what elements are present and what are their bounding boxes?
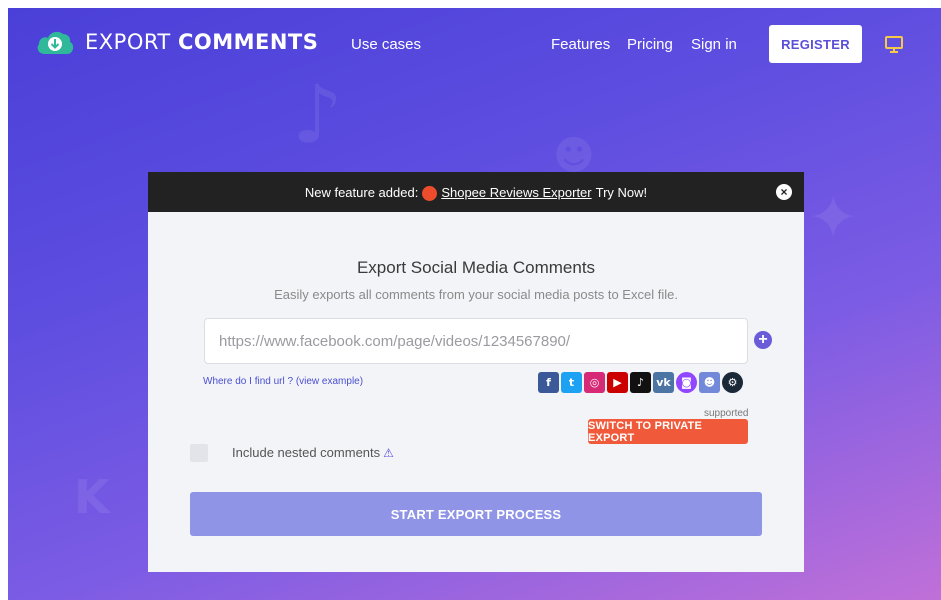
nav-pricing[interactable]: Pricing	[627, 36, 673, 53]
logo[interactable]: EXPORT COMMENTS	[35, 28, 318, 56]
twitter-icon: t	[561, 372, 582, 393]
kickstarter-watermark-icon: K	[74, 470, 110, 524]
register-button[interactable]: REGISTER	[769, 25, 862, 63]
nav-sign-in[interactable]: Sign in	[691, 36, 737, 53]
vk-icon: vk	[653, 372, 674, 393]
find-url-help-link[interactable]: Where do I find url ? (view example)	[203, 376, 363, 387]
nested-comments-label: Include nested comments ⚠	[232, 445, 394, 460]
nested-comments-checkbox[interactable]	[190, 444, 208, 462]
logo-word-export: EXPORT	[85, 30, 171, 54]
discord-icon: ☻	[699, 372, 720, 393]
feature-banner: New feature added: Shopee Reviews Export…	[148, 172, 804, 212]
hero-background: ♪ ☻ ✦ K EXPORT COMMENTS Use cases Featur…	[8, 8, 941, 600]
nav-use-cases[interactable]: Use cases	[351, 36, 421, 53]
twitch-icon: ◙	[676, 372, 697, 393]
logo-text: EXPORT COMMENTS	[85, 30, 318, 54]
monitor-icon[interactable]	[884, 34, 904, 54]
supported-platforms: f t ◎ ▶ ♪ vk ◙ ☻ ⚙	[538, 372, 743, 393]
tiktok-icon: ♪	[630, 372, 651, 393]
shopee-icon	[422, 185, 438, 201]
tiktok-watermark-icon: ♪	[292, 68, 344, 161]
instagram-icon: ◎	[584, 372, 605, 393]
card-subtitle: Easily exports all comments from your so…	[274, 287, 678, 302]
steam-icon: ⚙	[722, 372, 743, 393]
card-title: Export Social Media Comments	[356, 258, 596, 277]
export-card: Export Social Media Comments Easily expo…	[148, 212, 804, 572]
youtube-icon: ▶	[607, 372, 628, 393]
logo-word-comments: COMMENTS	[177, 30, 319, 54]
start-export-button[interactable]: START EXPORT PROCESS	[190, 492, 762, 536]
nav-features[interactable]: Features	[551, 36, 610, 53]
url-input[interactable]	[204, 318, 748, 364]
supported-label: supported	[704, 408, 749, 419]
nested-comments-text: Include nested comments	[232, 445, 381, 460]
cloud-download-icon	[37, 31, 74, 54]
close-icon[interactable]: ×	[776, 184, 792, 200]
banner-prefix: New feature added:	[304, 184, 419, 200]
banner-suffix: Try Now!	[595, 184, 648, 200]
add-url-icon[interactable]: +	[754, 331, 772, 349]
twitter-watermark-icon: ✦	[808, 183, 859, 253]
switch-private-export-button[interactable]: SWITCH TO PRIVATE EXPORT	[588, 419, 748, 444]
facebook-icon: f	[538, 372, 559, 393]
shopee-reviews-link[interactable]: Shopee Reviews Exporter	[441, 185, 591, 200]
warning-icon: ⚠	[383, 446, 394, 460]
